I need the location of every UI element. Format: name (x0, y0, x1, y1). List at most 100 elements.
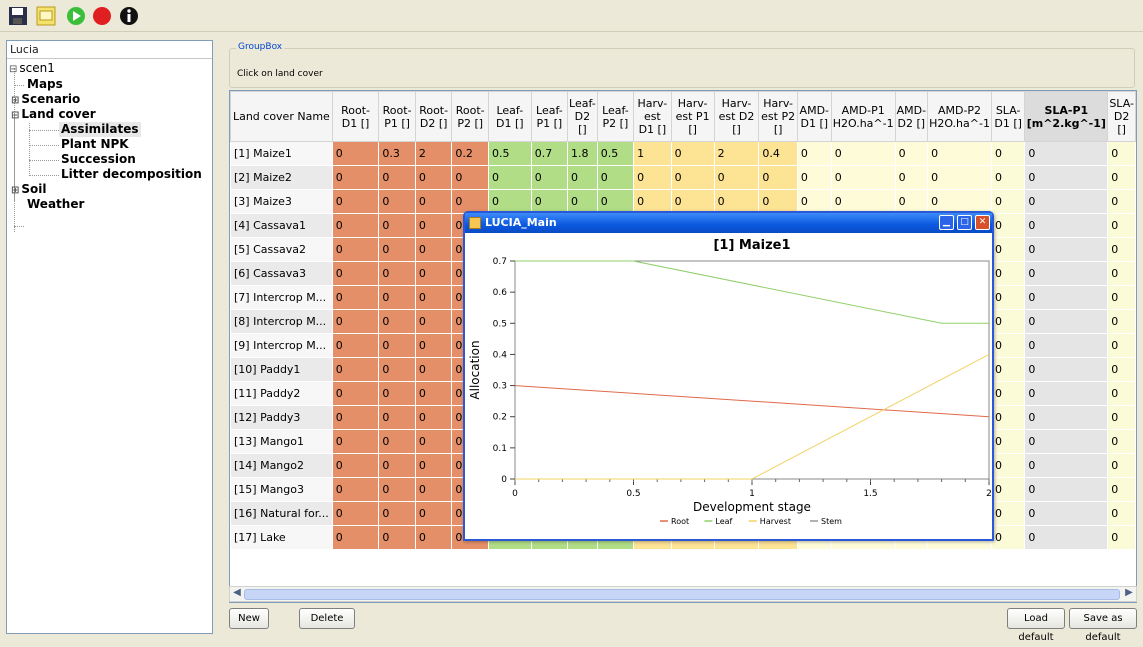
grid-cell[interactable]: 0 (713, 189, 760, 214)
land-cover-name-cell[interactable]: [13] Mango1 (230, 429, 333, 454)
grid-cell[interactable]: 0 (1107, 405, 1136, 430)
info-icon[interactable] (117, 4, 141, 28)
grid-cell[interactable]: 0 (927, 141, 992, 166)
grid-cell[interactable]: 0 (331, 501, 380, 526)
grid-cell[interactable]: 0 (990, 285, 1026, 310)
save-icon[interactable] (6, 4, 30, 28)
grid-cell[interactable]: 0 (990, 261, 1026, 286)
grid-cell[interactable]: 2 (414, 141, 453, 166)
grid-cell[interactable]: 0 (331, 237, 380, 262)
column-header[interactable]: AMD-P2 H2O.ha^-1 (927, 91, 992, 142)
grid-cell[interactable]: 0 (331, 453, 380, 478)
grid-cell[interactable]: 0 (633, 189, 672, 214)
grid-cell[interactable]: 0 (1024, 405, 1109, 430)
scroll-left-icon[interactable]: ◀ (230, 587, 244, 601)
grid-cell[interactable]: 0 (1024, 285, 1109, 310)
grid-cell[interactable]: 0 (378, 429, 416, 454)
grid-cell[interactable]: 0 (990, 429, 1026, 454)
grid-cell[interactable]: 0 (670, 165, 715, 190)
horizontal-scrollbar[interactable]: ◀ ▶ (229, 586, 1137, 602)
grid-cell[interactable]: 0 (1107, 501, 1136, 526)
column-header[interactable]: AMD-D2 [] (894, 91, 929, 142)
grid-cell[interactable]: 0 (758, 165, 798, 190)
load-default-button[interactable]: Load default (1007, 608, 1065, 643)
land-cover-name-cell[interactable]: [1] Maize1 (230, 141, 333, 166)
grid-cell[interactable]: 0 (990, 165, 1026, 190)
grid-cell[interactable]: 0 (487, 189, 532, 214)
grid-cell[interactable]: 0 (1107, 141, 1136, 166)
grid-cell[interactable]: 0 (670, 141, 715, 166)
grid-cell[interactable]: 0 (596, 189, 635, 214)
grid-cell[interactable]: 0 (1024, 213, 1109, 238)
column-header[interactable]: AMD-D1 [] (796, 91, 832, 142)
run-icon[interactable] (64, 4, 88, 28)
grid-cell[interactable]: 0 (990, 333, 1026, 358)
grid-cell[interactable]: 0 (378, 261, 416, 286)
grid-cell[interactable]: 0 (1107, 165, 1136, 190)
column-header[interactable]: Root-P2 [] (451, 91, 489, 142)
table-row[interactable]: [1] Maize1 0 0.3 2 0.2 0.5 0.7 1.8 0.5 1 0 2 0.4 0 0 0 0… (230, 141, 1136, 166)
land-cover-name-cell[interactable]: [9] Intercrop M... (230, 333, 333, 358)
chart-window[interactable]: LUCIA_Main ▁ □ ✕ [1] Maize1 0 0.1 0.2 0.3 0.4… (463, 211, 994, 541)
grid-cell[interactable]: 0 (331, 357, 380, 382)
tree-node-scenario[interactable]: ⊞ Scenario (11, 92, 80, 108)
grid-cell[interactable]: 0 (414, 477, 453, 502)
column-header[interactable]: SLA-D2 [] (1107, 91, 1136, 142)
grid-cell[interactable]: 0 (414, 405, 453, 430)
grid-cell[interactable]: 0.2 (451, 141, 489, 166)
grid-cell[interactable]: 0 (378, 213, 416, 238)
grid-cell[interactable]: 0 (331, 477, 380, 502)
grid-cell[interactable]: 0 (596, 165, 635, 190)
grid-cell[interactable]: 0 (990, 141, 1026, 166)
land-cover-name-cell[interactable]: [3] Maize3 (230, 189, 333, 214)
grid-cell[interactable]: 0 (1107, 381, 1136, 406)
grid-cell[interactable]: 0 (670, 189, 715, 214)
new-button[interactable]: New (229, 608, 269, 629)
column-header[interactable]: Harv-est P2 [] (758, 91, 798, 142)
grid-cell[interactable]: 0.4 (758, 141, 798, 166)
grid-cell[interactable]: 0 (414, 357, 453, 382)
grid-cell[interactable]: 0.7 (530, 141, 569, 166)
grid-cell[interactable]: 0 (1024, 309, 1109, 334)
column-header[interactable]: SLA-D1 [] (990, 91, 1026, 142)
land-cover-name-cell[interactable]: [6] Cassava3 (230, 261, 333, 286)
grid-cell[interactable]: 0 (530, 165, 569, 190)
grid-cell[interactable]: 0 (331, 141, 380, 166)
column-header[interactable]: Leaf-P2 [] (596, 91, 635, 142)
land-cover-name-cell[interactable]: [8] Intercrop M... (230, 309, 333, 334)
grid-cell[interactable]: 0 (990, 525, 1026, 550)
grid-cell[interactable]: 0 (894, 141, 929, 166)
grid-cell[interactable]: 0 (796, 189, 832, 214)
grid-cell[interactable]: 0 (1024, 501, 1109, 526)
close-icon[interactable]: ✕ (975, 215, 990, 230)
tree-node-scen1[interactable]: ⊟ scen1 (9, 61, 55, 77)
grid-cell[interactable]: 0 (567, 165, 598, 190)
grid-cell[interactable]: 0 (1107, 309, 1136, 334)
grid-cell[interactable]: 0 (378, 405, 416, 430)
grid-cell[interactable]: 0 (414, 189, 453, 214)
column-header[interactable]: Leaf-D2 [] (567, 91, 598, 142)
grid-cell[interactable]: 0 (378, 357, 416, 382)
column-header[interactable]: Root-P1 [] (378, 91, 416, 142)
land-cover-name-cell[interactable]: [15] Mango3 (230, 477, 333, 502)
column-header[interactable]: Root-D1 [] (331, 91, 380, 142)
grid-cell[interactable]: 0 (1024, 477, 1109, 502)
grid-cell[interactable]: 2 (713, 141, 760, 166)
grid-cell[interactable]: 0 (633, 165, 672, 190)
grid-cell[interactable]: 0 (796, 141, 832, 166)
column-header[interactable]: SLA-P1 [m^2.kg^-1] (1024, 91, 1109, 142)
grid-cell[interactable]: 0 (894, 189, 929, 214)
grid-cell[interactable]: 0 (830, 141, 896, 166)
land-cover-name-cell[interactable]: [16] Natural for... (230, 501, 333, 526)
grid-cell[interactable]: 0 (567, 189, 598, 214)
grid-cell[interactable]: 0 (1024, 381, 1109, 406)
grid-cell[interactable]: 0 (414, 165, 453, 190)
tree-node-litter-decomposition[interactable]: Litter decomposition (61, 167, 202, 182)
grid-cell[interactable]: 0 (927, 189, 992, 214)
grid-cell[interactable]: 0 (1107, 333, 1136, 358)
save-as-default-button[interactable]: Save as default (1069, 608, 1137, 643)
grid-cell[interactable]: 0 (894, 165, 929, 190)
grid-cell[interactable]: 0 (1024, 357, 1109, 382)
grid-cell[interactable]: 0 (331, 525, 380, 550)
grid-cell[interactable]: 0 (1024, 141, 1109, 166)
